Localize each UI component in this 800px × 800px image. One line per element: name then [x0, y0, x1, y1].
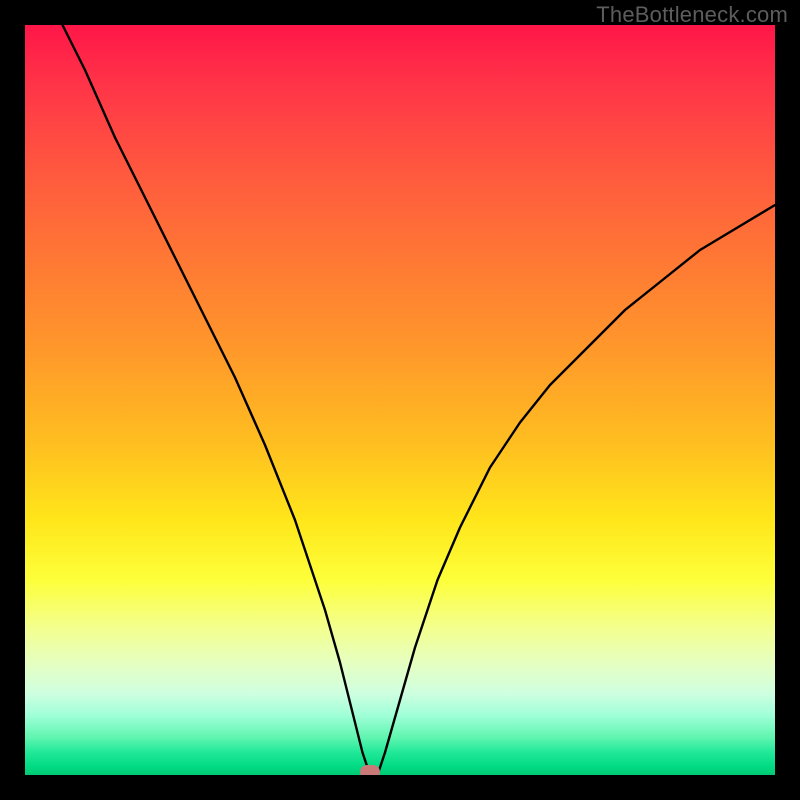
curve-svg — [25, 25, 775, 775]
plot-area — [25, 25, 775, 775]
optimal-point-marker — [360, 765, 380, 775]
chart-container: TheBottleneck.com — [0, 0, 800, 800]
watermark-text: TheBottleneck.com — [596, 2, 788, 28]
bottleneck-curve — [63, 25, 776, 775]
